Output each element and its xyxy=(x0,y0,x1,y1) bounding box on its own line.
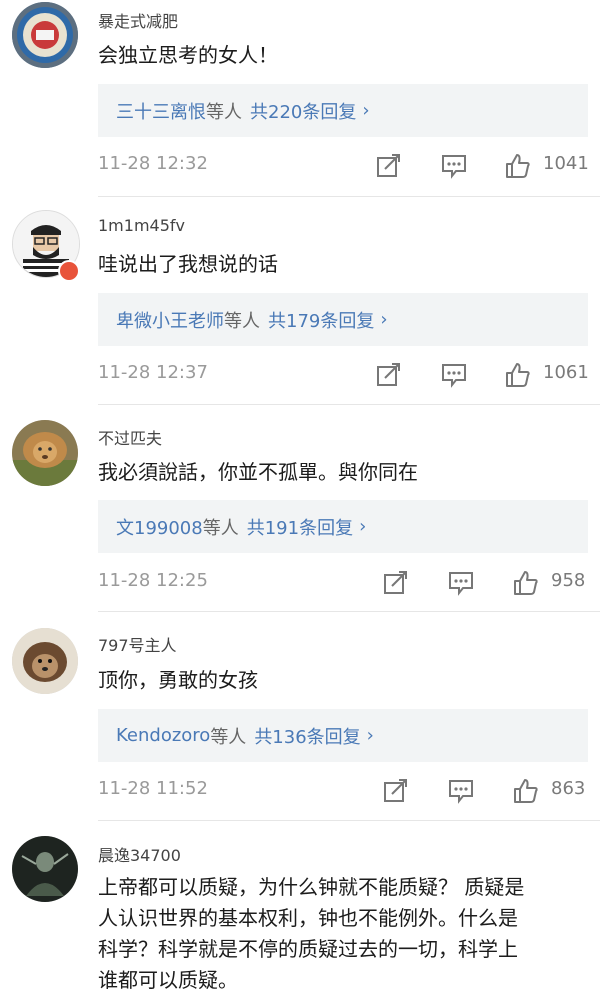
user-avatar[interactable] xyxy=(12,2,78,68)
comment-timestamp: 11-28 12:32 xyxy=(98,153,208,174)
comment-text: 哇说出了我想说的话 xyxy=(98,252,278,276)
reply-user-link[interactable]: Kendozoro xyxy=(116,725,210,746)
reply-summary[interactable]: 卑微小王老师 等人 共179条回复 › xyxy=(98,293,588,346)
reply-user-link[interactable]: 卑微小王老师 xyxy=(116,307,224,333)
chevron-right-icon: › xyxy=(362,100,370,121)
reply-suffix: 等人 xyxy=(224,310,260,332)
comment-text-line: 上帝都可以质疑，为什么钟就不能质疑？ 质疑是 xyxy=(98,875,525,899)
thumbs-up-icon[interactable] xyxy=(505,153,531,179)
user-avatar[interactable] xyxy=(12,628,78,694)
like-count: 1061 xyxy=(543,362,589,383)
share-icon[interactable] xyxy=(383,778,409,804)
comment-actions: 11-28 12:37 1061 xyxy=(0,356,600,396)
comment-text: 顶你，勇敢的女孩 xyxy=(98,668,258,692)
reply-count[interactable]: 共136条回复 xyxy=(254,723,360,749)
comment-text: 会独立思考的女人！ xyxy=(98,43,278,67)
reply-suffix: 等人 xyxy=(206,101,242,123)
reply-summary[interactable]: 文199008 等人 共191条回复 › xyxy=(98,500,588,553)
reply-suffix: 等人 xyxy=(202,517,239,539)
dog-avatar-icon xyxy=(12,628,78,694)
comment-icon[interactable] xyxy=(441,153,467,179)
like-count: 1041 xyxy=(543,153,589,174)
thumbs-up-icon[interactable] xyxy=(513,570,539,596)
reply-count[interactable]: 共191条回复 xyxy=(247,514,353,540)
thumbs-up-icon[interactable] xyxy=(513,778,539,804)
reply-count[interactable]: 共220条回复 xyxy=(250,98,356,124)
comment-text-line: 科学？科学就是不停的质疑过去的一切，科学上 xyxy=(98,937,518,961)
comment-actions: 11-28 12:32 1041 xyxy=(0,147,600,187)
divider xyxy=(98,404,600,405)
comment-icon[interactable] xyxy=(441,362,467,388)
lion-avatar-icon xyxy=(12,420,78,486)
dark-figure-avatar-icon xyxy=(12,836,78,902)
comment-text: 上帝都可以质疑，为什么钟就不能质疑？ 质疑是 人认识世界的基本权利，钟也不能例外… xyxy=(98,872,586,996)
comment-username[interactable]: 晨逸34700 xyxy=(98,842,181,866)
reply-summary[interactable]: 三十三离恨 等人 共220条回复 › xyxy=(98,84,588,137)
user-avatar[interactable] xyxy=(12,836,78,902)
comment-timestamp: 11-28 11:52 xyxy=(98,778,208,799)
reply-summary[interactable]: Kendozoro 等人 共136条回复 › xyxy=(98,709,588,762)
share-icon[interactable] xyxy=(376,153,402,179)
comment-icon[interactable] xyxy=(448,570,474,596)
chevron-right-icon: › xyxy=(366,725,374,746)
share-icon[interactable] xyxy=(376,362,402,388)
divider xyxy=(98,820,600,821)
like-count: 958 xyxy=(551,570,586,591)
comment-timestamp: 11-28 12:25 xyxy=(98,570,208,591)
reply-suffix: 等人 xyxy=(210,726,247,748)
thumbs-up-icon[interactable] xyxy=(505,362,531,388)
like-count: 863 xyxy=(551,778,586,799)
reply-user-link[interactable]: 文199008 xyxy=(116,514,203,540)
reply-user-link[interactable]: 三十三离恨 xyxy=(116,98,206,124)
chevron-right-icon: › xyxy=(380,309,388,330)
comment-text-line: 人认识世界的基本权利，钟也不能例外。什么是 xyxy=(98,906,518,930)
comment-text: 我必須說話，你並不孤單。與你同在 xyxy=(98,460,418,484)
comment-username[interactable]: 1m1m45fv xyxy=(98,216,185,235)
comment-username[interactable]: 797号主人 xyxy=(98,632,177,656)
comment-actions: 11-28 12:25 958 xyxy=(0,564,600,604)
comment-username[interactable]: 暴走式减肥 xyxy=(98,8,178,32)
verified-badge-icon xyxy=(58,260,80,282)
divider xyxy=(98,611,600,612)
comment-timestamp: 11-28 12:37 xyxy=(98,362,208,383)
chevron-right-icon: › xyxy=(359,516,367,537)
share-icon[interactable] xyxy=(383,570,409,596)
user-avatar[interactable] xyxy=(12,420,78,486)
comment-username[interactable]: 不过匹夫 xyxy=(98,425,162,449)
badge-avatar-icon xyxy=(12,2,78,68)
comment-text-line: 谁都可以质疑。 xyxy=(98,968,238,992)
comment-actions: 11-28 11:52 863 xyxy=(0,772,600,812)
reply-count[interactable]: 共179条回复 xyxy=(268,307,374,333)
divider xyxy=(98,196,600,197)
comment-icon[interactable] xyxy=(448,778,474,804)
